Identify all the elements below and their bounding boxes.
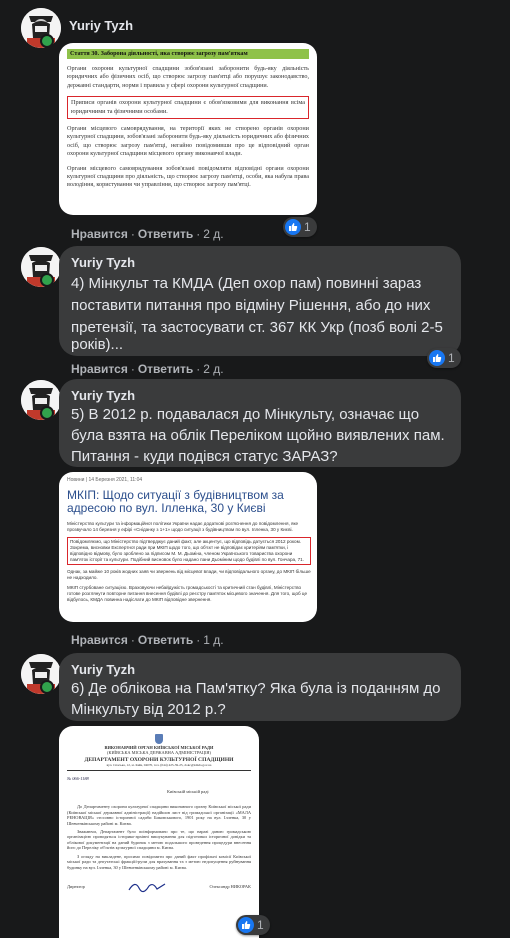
reaction-count[interactable]: 1 — [236, 915, 270, 935]
timestamp[interactable]: 1 д. — [203, 633, 223, 647]
comment-bubble: Yuriy Tyzh 4) Мінкульт та КМДА (Деп охор… — [59, 246, 461, 356]
doc-recipient: Київській міській раді — [167, 789, 209, 795]
like-count: 1 — [448, 351, 455, 365]
like-count: 1 — [304, 220, 311, 234]
like-link[interactable]: Нравится — [71, 362, 128, 376]
comment-text-line: Питання - куди подівся статус ЗАРАЗ? — [71, 448, 338, 465]
comment-author[interactable]: Yuriy Tyzh — [71, 388, 135, 403]
reaction-count[interactable]: 1 — [427, 348, 461, 368]
comment-author[interactable]: Yuriy Tyzh — [69, 18, 133, 33]
comment-bubble: Yuriy Tyzh 6) Де облікова на Пам'ятку? Я… — [59, 653, 461, 721]
news-paragraph: Однак, за майже 10 років жодних заяв чи … — [67, 569, 311, 580]
reaction-count[interactable]: 1 — [283, 217, 317, 237]
doc-body-paragraph: Зважаючи, Департамент було поінформовано… — [67, 829, 251, 851]
comment-text-line: була взята на облік Переліком щойно вияв… — [71, 427, 445, 444]
reply-link[interactable]: Ответить — [138, 227, 193, 241]
reply-link[interactable]: Ответить — [138, 633, 193, 647]
signature-icon — [128, 883, 166, 893]
comment-actions: Нравится · Ответить · 2 д. — [71, 362, 224, 376]
doc-body-paragraph: До Департаменту охорони культурної спадщ… — [67, 804, 251, 826]
news-paragraph: МКІП стурбоване ситуацією. Враховуючи не… — [67, 585, 308, 602]
doc-address: вул. Спаська, 12, м. Київ, 04070, тел. (… — [67, 763, 251, 771]
online-status-dot — [40, 680, 54, 694]
doc-paragraph: Органи місцевого самоврядування зобов'яз… — [67, 164, 309, 189]
thumbs-up-icon — [238, 917, 254, 933]
doc-signer-name: Олександр НИКОРАК — [209, 884, 251, 890]
doc-paragraph: Органи охорони культурної спадщини зобов… — [67, 65, 309, 89]
timestamp[interactable]: 2 д. — [203, 362, 223, 376]
comment-bubble: Yuriy Tyzh 5) В 2012 р. подавалася до Мі… — [59, 379, 461, 467]
doc-signer-role: Директор — [67, 884, 85, 890]
doc-org-subname: (КИЇВСЬКА МІСЬКА ДЕРЖАВНА АДМІНІСТРАЦІЯ) — [107, 750, 211, 756]
comment-text-line: 6) Де облікова на Пам'ятку? Яка була із … — [71, 680, 441, 697]
comment-actions: Нравится · Ответить · 2 д. — [71, 227, 224, 241]
online-status-dot — [40, 34, 54, 48]
news-paragraph: Міністерство культури та інформаційної п… — [67, 521, 299, 532]
thumbs-up-icon — [285, 219, 301, 235]
thumbs-up-icon — [429, 350, 445, 366]
comment-image[interactable]: Новини | 14 Березня 2021, 11:04 МКІП: Що… — [59, 472, 317, 622]
doc-paragraph: Органи місцевого самоврядування, на тери… — [67, 125, 309, 158]
doc-article-title: Стаття 30. Заборона діяльності, яка ство… — [67, 49, 309, 59]
news-paragraph-highlighted: Повідомляємо, що Міністерство підтверджу… — [67, 537, 311, 565]
news-date: Новини | 14 Березня 2021, 11:04 — [67, 477, 143, 483]
online-status-dot — [40, 406, 54, 420]
comment-text-line: поставити питання про відміну Рішення, а… — [71, 297, 431, 314]
coat-of-arms-icon — [155, 734, 163, 744]
comment-text-line: років)... — [71, 336, 124, 353]
comment-text-line: Мінкульту від 2012 р.? — [71, 701, 226, 718]
doc-body-paragraph: З огляду на викладене, просимо повідомит… — [67, 853, 251, 870]
timestamp[interactable]: 2 д. — [203, 227, 223, 241]
like-link[interactable]: Нравится — [71, 227, 128, 241]
news-headline: МКІП: Щодо ситуації з будівництвом за ад… — [67, 488, 284, 515]
comment-text-line: 5) В 2012 р. подавалася до Мінкульту, оз… — [71, 406, 420, 423]
like-link[interactable]: Нравится — [71, 633, 128, 647]
comment-image[interactable]: ВИКОНАВЧИЙ ОРГАН КИЇВСЬКОЇ МІСЬКОЇ РАДИ … — [59, 726, 259, 938]
comment-actions: Нравится · Ответить · 1 д. — [71, 633, 224, 647]
comment-text-line: претензії, та застосувати ст. 367 КК Укр… — [71, 319, 443, 336]
comment-author[interactable]: Yuriy Tyzh — [71, 255, 135, 270]
comment-image[interactable]: Стаття 30. Заборона діяльності, яка ство… — [59, 43, 317, 215]
doc-reference-number: № 066-1188 — [67, 775, 89, 781]
online-status-dot — [40, 273, 54, 287]
comment-author[interactable]: Yuriy Tyzh — [71, 662, 135, 677]
reply-link[interactable]: Ответить — [138, 362, 193, 376]
like-count: 1 — [257, 918, 264, 932]
doc-paragraph-highlighted: Приписи органів охорони культурної спадщ… — [67, 96, 309, 120]
comment-text-line: 4) Мінкульт та КМДА (Деп охор пам) повин… — [71, 275, 422, 292]
